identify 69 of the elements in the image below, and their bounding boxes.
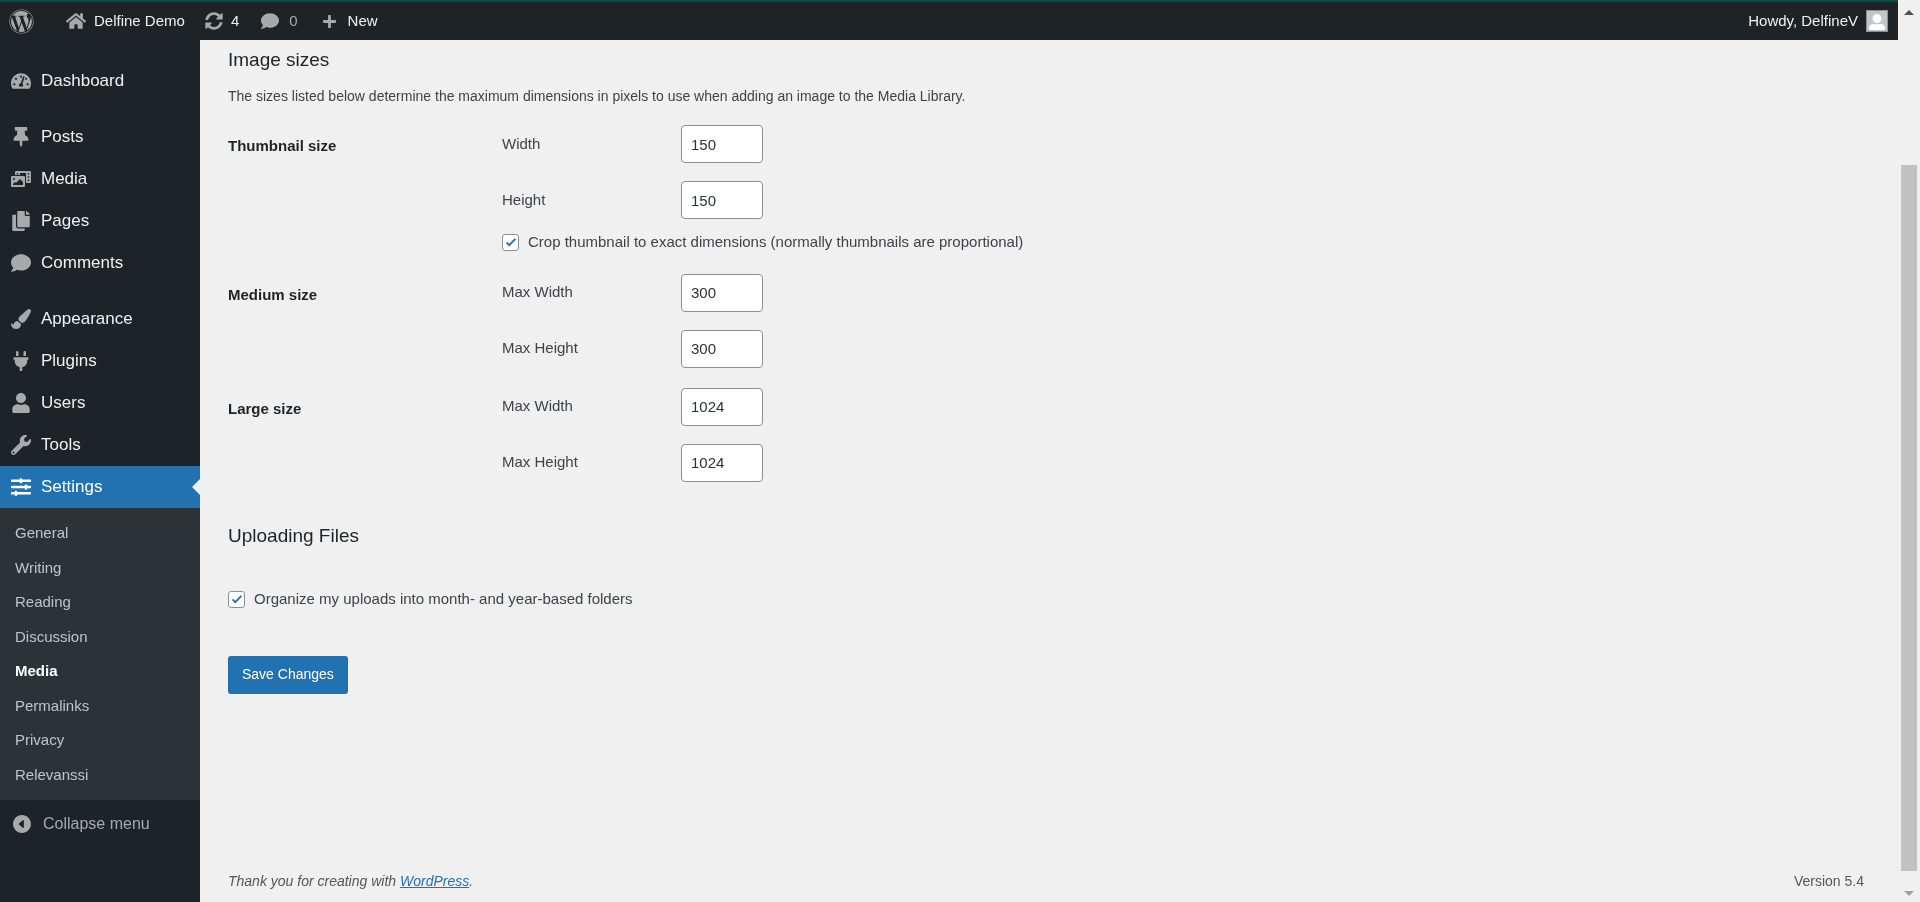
number-input[interactable]: 150 (681, 125, 763, 163)
gauge-icon (11, 71, 31, 91)
menu-item[interactable]: Settings (0, 466, 200, 508)
wrench-icon (11, 435, 31, 455)
collapse-icon (11, 813, 33, 835)
checkbox[interactable] (228, 590, 245, 608)
current-pointer-icon (192, 479, 200, 495)
updates-icon[interactable] (204, 12, 223, 30)
submenu-item[interactable]: Reading (0, 585, 200, 620)
speech-bubble-icon (11, 253, 31, 273)
checkbox[interactable] (502, 233, 519, 251)
menu-item[interactable]: Appearance (0, 298, 200, 340)
home-icon[interactable] (66, 11, 86, 31)
save-changes-button[interactable]: Save Changes (228, 655, 348, 694)
field-label: Width (502, 133, 542, 154)
media-icon (11, 169, 31, 189)
setting-label: Thumbnail size (228, 136, 338, 156)
setting-label: Medium size (228, 284, 319, 305)
submenu-item[interactable]: Permalinks (0, 688, 200, 723)
submenu-item[interactable]: Discussion (0, 619, 200, 654)
new-link[interactable]: New (347, 9, 378, 33)
field-label: Max Width (502, 282, 574, 303)
scroll-down-icon (1904, 891, 1914, 896)
plus-icon[interactable] (321, 13, 337, 29)
field-label: Max Width (502, 396, 574, 417)
menu-item[interactable]: Posts (0, 116, 200, 158)
submenu-item[interactable]: Privacy (0, 723, 200, 758)
wordpress-logo-icon[interactable] (9, 8, 34, 34)
number-input[interactable]: 300 (681, 329, 763, 368)
comment-icon[interactable] (261, 12, 280, 30)
number-input[interactable]: 150 (681, 181, 763, 219)
collapse-menu-button[interactable]: Collapse menu (0, 802, 200, 846)
menu-item[interactable]: Plugins (0, 340, 200, 382)
menu-item[interactable]: Users (0, 382, 200, 424)
section-heading: Image sizes (228, 48, 331, 72)
scroll-up-icon (1904, 10, 1914, 15)
field-label: Height (502, 189, 547, 210)
site-name-link[interactable]: Delfine Demo (94, 9, 185, 33)
comments-count[interactable]: 0 (289, 9, 298, 33)
section-description: The sizes listed below determine the maximum dimensions in pixels to use when adding an image to the Media Library. (228, 87, 967, 106)
pages-icon (11, 211, 31, 231)
menu-item[interactable]: Media (0, 158, 200, 200)
submenu-item[interactable]: Relevanssi (0, 757, 200, 792)
version-text: Version 5.4 (1793, 872, 1864, 891)
user-icon (11, 393, 31, 413)
checkbox-label: Crop thumbnail to exact dimensions (normally thumbnails are proportional) (528, 232, 1024, 252)
menu-item[interactable]: Tools (0, 424, 200, 466)
menu-item[interactable]: Pages (0, 200, 200, 242)
number-input[interactable]: 1024 (681, 443, 763, 482)
avatar-icon[interactable] (1866, 10, 1888, 32)
sliders-icon (11, 477, 31, 497)
section-heading: Uploading Files (228, 523, 360, 548)
pin-icon (11, 127, 31, 147)
number-input[interactable]: 1024 (681, 387, 763, 426)
plug-icon (11, 351, 31, 371)
menu-item[interactable]: Dashboard (0, 60, 200, 102)
updates-count[interactable]: 4 (230, 9, 240, 33)
menu-item[interactable]: Comments (0, 242, 200, 284)
footer-text: Thank you for creating with WordPress. (228, 872, 474, 891)
field-label: Max Height (502, 338, 579, 359)
field-label: Max Height (502, 452, 579, 473)
submenu-item[interactable]: General (0, 516, 200, 551)
setting-label: Large size (228, 398, 303, 419)
brush-icon (11, 309, 31, 329)
submenu-item[interactable]: Writing (0, 550, 200, 585)
checkbox-label: Organize my uploads into month- and year-based folders (254, 589, 633, 609)
greeting-text[interactable]: Howdy, DelfineV (1748, 9, 1858, 33)
submenu-item[interactable]: Media (0, 654, 200, 689)
number-input[interactable]: 300 (681, 273, 763, 312)
